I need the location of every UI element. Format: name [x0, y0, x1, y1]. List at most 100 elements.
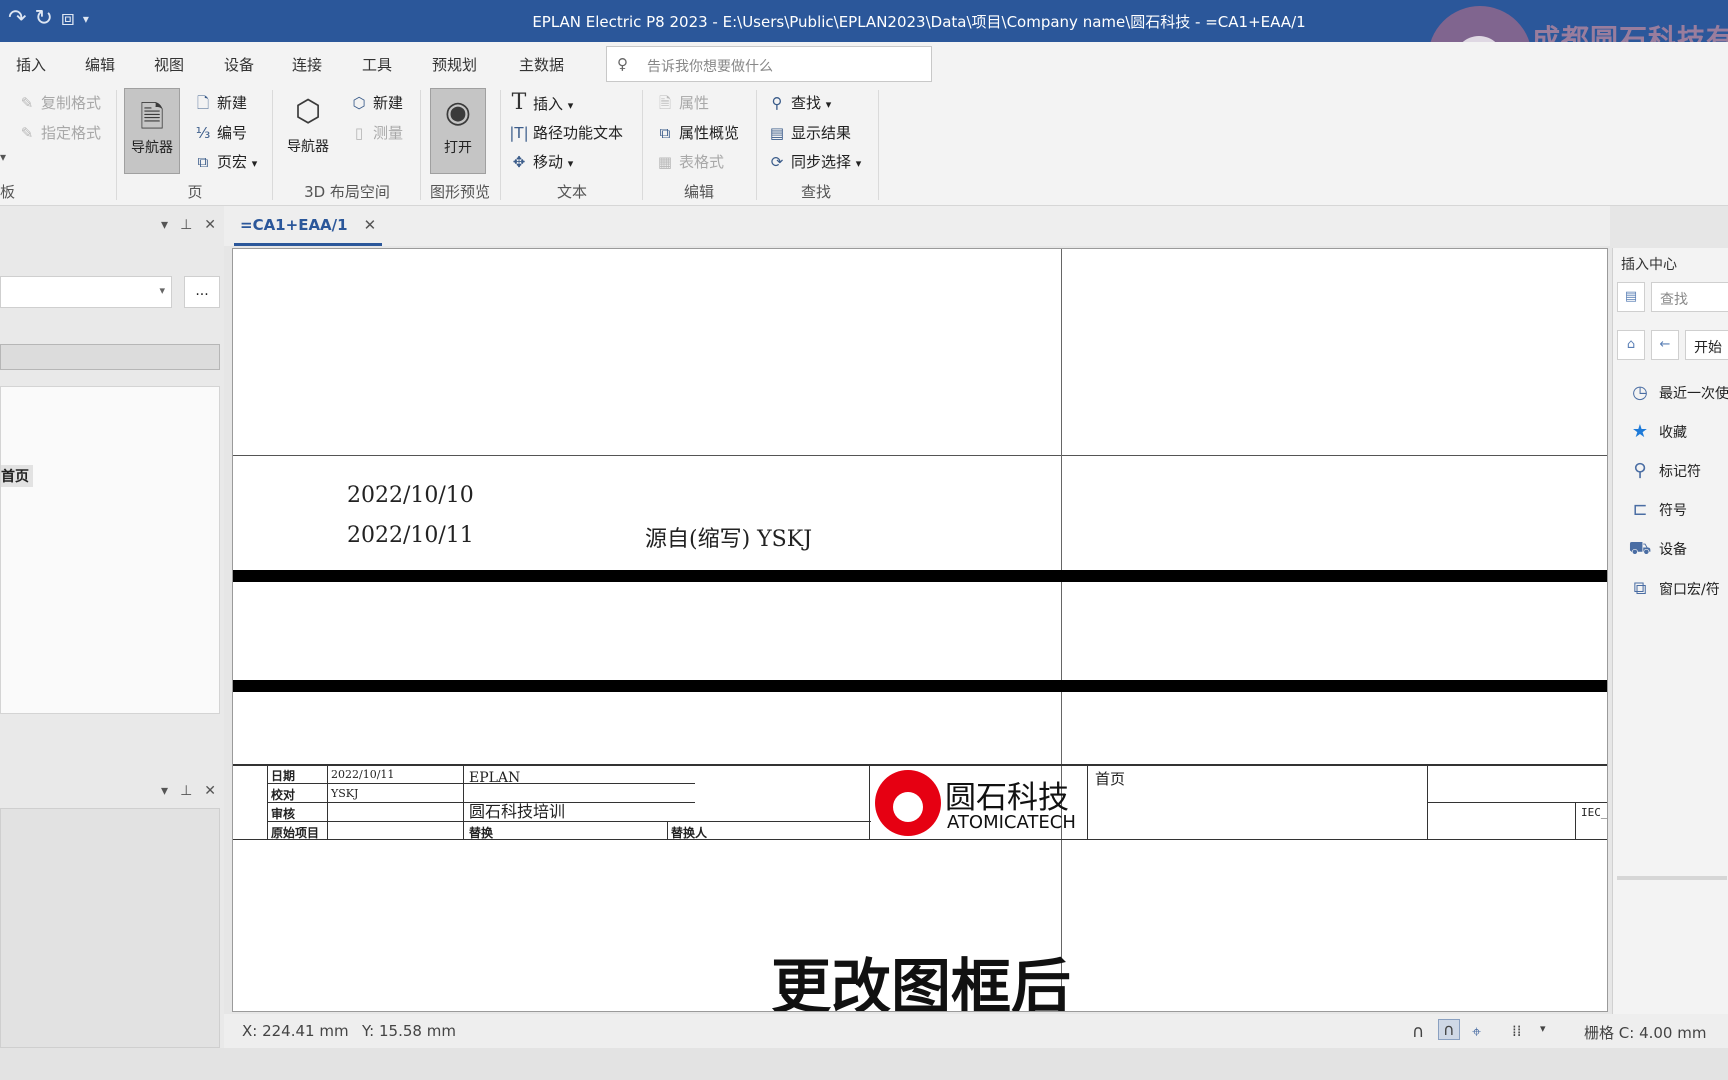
- chevron-down-icon: ▾: [567, 99, 574, 112]
- tree-item-cover-page[interactable]: 首页: [1, 465, 33, 487]
- bookmark-icon: ⚲: [1633, 460, 1647, 481]
- show-results-button[interactable]: ▤ 显示结果: [766, 122, 851, 143]
- logo-cn-text: 圆石科技: [945, 780, 1069, 816]
- properties-button[interactable]: 🗎 属性: [654, 92, 709, 118]
- page-navigator-button[interactable]: 🗎 导航器: [124, 88, 180, 174]
- preview-open-button[interactable]: ◉ 打开: [430, 88, 486, 174]
- page-macro-button[interactable]: ⧉ 页宏 ▾: [192, 151, 258, 172]
- text-t-icon: T: [511, 90, 527, 115]
- text-move-button[interactable]: ✥ 移动 ▾: [508, 151, 574, 172]
- page-navigator-icon: 🗎: [139, 100, 165, 135]
- move-icon: ✥: [512, 153, 526, 171]
- tell-me-box[interactable]: ♀ 告诉我你想要做什么: [606, 46, 932, 82]
- menu-connect[interactable]: 连接: [292, 54, 322, 75]
- property-overview-icon: ⧉: [659, 124, 671, 142]
- property-overview-button[interactable]: ⧉ 属性概览: [654, 122, 739, 143]
- company-logo: 圆石科技 ATOMICATECH: [871, 766, 1081, 836]
- bottom-strip: [0, 1048, 1728, 1080]
- start-breadcrumb[interactable]: 开始: [1685, 330, 1728, 360]
- grid-size: 栅格 C: 4.00 mm: [1584, 1024, 1707, 1042]
- more-button[interactable]: ...: [184, 276, 220, 308]
- chevron-down-icon: ▾: [855, 157, 862, 170]
- search-results-icon[interactable]: ▤: [1617, 282, 1645, 312]
- table-format-button[interactable]: ▦ 表格式: [654, 151, 724, 172]
- left-pane: ▾ ⊥ ✕ ▾ ... 首页 ▾ ⊥ ✕: [0, 206, 224, 1048]
- apply-format-button[interactable]: ✎ 指定格式: [16, 122, 101, 143]
- second-panel-body: [0, 808, 220, 1048]
- menu-device[interactable]: 设备: [224, 54, 254, 75]
- coord-x: X: 224.41 mm: [242, 1022, 349, 1040]
- insert-center-title: 插入中心: [1621, 257, 1677, 273]
- tree-filter-field[interactable]: [0, 344, 220, 370]
- measure-button[interactable]: ▯ 测量: [348, 122, 403, 143]
- snap-icon[interactable]: ∩: [1412, 1022, 1424, 1042]
- grid-dropdown-icon[interactable]: ▾: [1540, 1022, 1546, 1035]
- find-button[interactable]: ⚲ 查找 ▾: [766, 92, 832, 113]
- menu-master-data[interactable]: 主数据: [519, 54, 564, 75]
- close-tab-icon[interactable]: ✕: [364, 216, 377, 234]
- pin-icon[interactable]: ⊥: [180, 783, 192, 799]
- chevron-down-icon: ▾: [567, 157, 574, 170]
- group-separator: [420, 90, 421, 200]
- filter-combo[interactable]: ▾: [0, 276, 172, 308]
- table-icon: ▦: [657, 153, 673, 171]
- group-label-edit: 编辑: [683, 183, 714, 201]
- group-label-preview: 图形预览: [429, 183, 490, 201]
- menu-bar: 插入 编辑 视图 设备 连接 工具 预规划 主数据 ♀ 告诉我你想要做什么: [0, 42, 1728, 84]
- page-number-button[interactable]: ⅓ 编号: [192, 122, 247, 143]
- insert-center-markers[interactable]: ⚲ 标记符: [1627, 460, 1701, 481]
- panel-menu-icon[interactable]: ▾: [161, 783, 168, 799]
- menu-tools[interactable]: 工具: [362, 54, 392, 75]
- copy-format-button[interactable]: ✎ 复制格式: [16, 92, 101, 113]
- close-icon[interactable]: ✕: [204, 783, 216, 799]
- drawing-canvas[interactable]: 2022/10/10 2022/10/11 源自(缩写) YSKJ 日期 202…: [232, 248, 1608, 1012]
- insert-center-devices[interactable]: ⛟ 设备: [1627, 538, 1687, 562]
- chevron-down-icon: ▾: [251, 157, 258, 170]
- path-function-text-button[interactable]: |T| 路径功能文本: [508, 122, 623, 143]
- object-snap-icon[interactable]: ∩: [1438, 1019, 1460, 1040]
- insert-center-search[interactable]: 查找: [1651, 282, 1728, 312]
- close-icon[interactable]: ✕: [204, 217, 216, 233]
- page-new-button[interactable]: 🗋 新建: [192, 92, 247, 118]
- tb-line: [267, 764, 268, 840]
- symbol-icon: ⊏: [1632, 499, 1648, 520]
- tb-line: [327, 764, 328, 840]
- crosshair-icon[interactable]: ⌖: [1472, 1022, 1481, 1042]
- status-bar: X: 224.41 mm Y: 15.58 mm ∩ ∩ ⌖ ⁞⁞ ▾ 栅格 C…: [224, 1014, 1728, 1048]
- home-icon[interactable]: ⌂: [1617, 330, 1645, 360]
- macro-icon: ⧉: [1633, 578, 1647, 599]
- video-subtitle: 更改图框后: [771, 953, 1071, 1012]
- tb-line: [667, 821, 668, 840]
- logo-en-text: ATOMICATECH: [947, 812, 1076, 833]
- group-label-text: 文本: [556, 183, 587, 201]
- tab-cover-page[interactable]: =CA1+EAA/1 ✕: [234, 212, 383, 246]
- insert-center-favorites[interactable]: ★ 收藏: [1627, 421, 1687, 442]
- menu-view[interactable]: 视图: [154, 54, 184, 75]
- menu-insert[interactable]: 插入: [16, 54, 46, 75]
- second-panel: ▾ ⊥ ✕: [0, 778, 224, 1048]
- pane-separator: [1617, 876, 1727, 880]
- clipboard-dropdown-icon[interactable]: ▾: [0, 150, 6, 164]
- insert-center-window-macros[interactable]: ⧉ 窗口宏/符: [1627, 578, 1720, 599]
- clock-icon: ◷: [1632, 382, 1648, 403]
- path-text-icon: |T|: [509, 124, 529, 142]
- menu-preplanning[interactable]: 预规划: [432, 54, 477, 75]
- insert-center-recent[interactable]: ◷ 最近一次使: [1627, 382, 1728, 403]
- date-1: 2022/10/10: [347, 483, 474, 508]
- layout3d-new-button[interactable]: ⬡ 新建: [348, 92, 403, 113]
- panel-menu-icon[interactable]: ▾: [161, 217, 168, 233]
- menu-edit[interactable]: 编辑: [85, 54, 115, 75]
- numbering-icon: ⅓: [195, 124, 211, 142]
- group-label-3d-layout: 3D 布局空间: [304, 183, 390, 201]
- frame-thick-line: [233, 570, 1607, 582]
- layout3d-navigator-button[interactable]: ⬡ 导航器: [280, 88, 336, 174]
- pin-icon[interactable]: ⊥: [180, 217, 192, 233]
- tb-line: [1087, 764, 1088, 840]
- grid-dots-icon[interactable]: ⁞⁞: [1512, 1022, 1522, 1040]
- brush-icon: ✎: [20, 124, 34, 142]
- back-arrow-icon[interactable]: ←: [1651, 330, 1679, 360]
- text-insert-button[interactable]: T 插入 ▾: [508, 90, 574, 115]
- insert-center-symbols[interactable]: ⊏ 符号: [1627, 499, 1687, 520]
- coord-y: Y: 15.58 mm: [362, 1022, 456, 1040]
- sync-select-button[interactable]: ⟳ 同步选择 ▾: [766, 151, 862, 172]
